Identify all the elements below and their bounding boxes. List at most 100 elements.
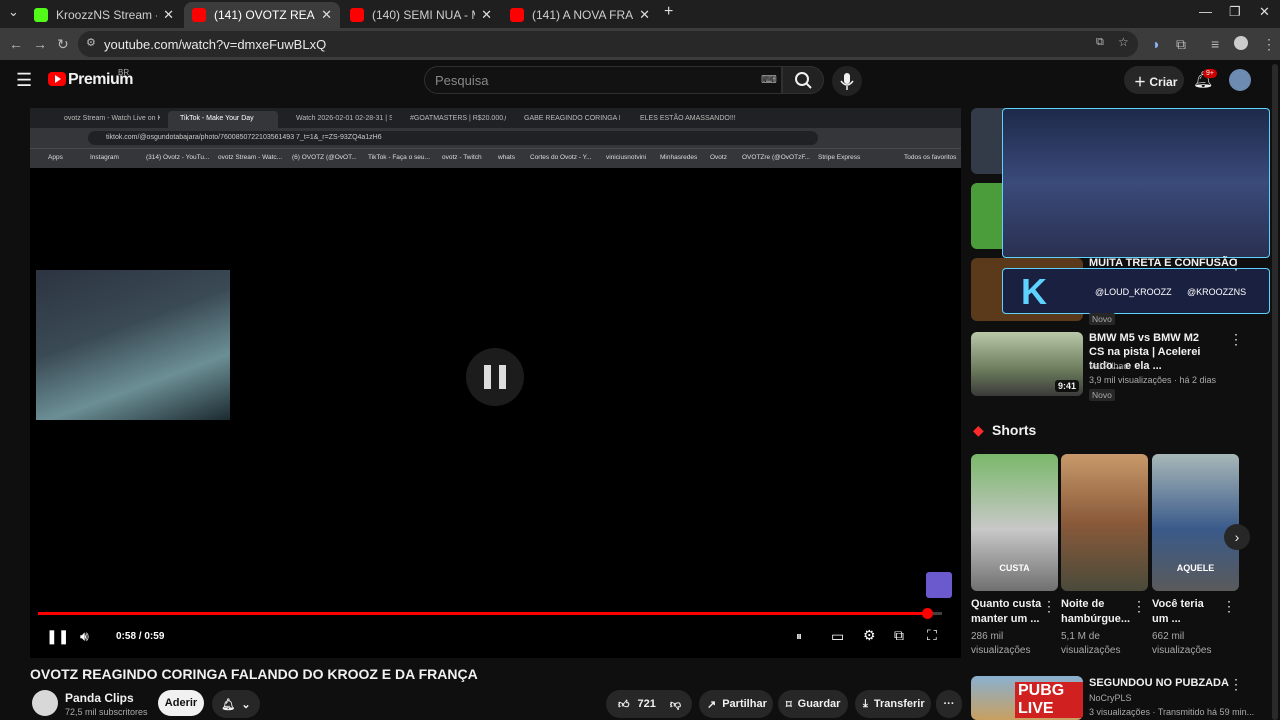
short-thumbnail[interactable]: CUSTA (971, 454, 1058, 591)
channel-name[interactable]: NoCryPLS (1089, 693, 1132, 703)
short-title-line: hambúrgue... (1061, 613, 1131, 625)
channel-name[interactable]: Vai Filhao (1089, 361, 1128, 371)
youtube-logo-icon[interactable] (48, 72, 66, 86)
more-options-icon[interactable]: ⋮ (1042, 598, 1056, 615)
inner-bookmarks-bar: Apps Instagram (314) Ovotz - YouTu... ov… (30, 148, 961, 168)
bookmark-icon: ⌑ (786, 698, 792, 711)
subtitles-icon[interactable]: ▭ (831, 628, 844, 645)
video-player[interactable]: ovotz Stream - Watch Live on K TikTok - … (30, 108, 961, 658)
more-options-icon[interactable]: ⋮ (1229, 676, 1243, 693)
reload-icon[interactable]: ↻ (57, 36, 69, 53)
menu-icon[interactable]: ⋮ (1262, 36, 1276, 53)
bell-icon: 🔔︎ (221, 698, 236, 711)
close-window-button[interactable]: ✕ (1259, 4, 1270, 20)
page-scrollbar[interactable] (1272, 64, 1278, 720)
forward-icon[interactable]: → (33, 36, 47, 52)
short-title[interactable]: Noite de hambúrgue... (1061, 597, 1130, 627)
short-thumbnail[interactable]: AQUELE (1152, 454, 1239, 591)
create-button[interactable]: ＋ Criar (1124, 66, 1184, 94)
download-button[interactable]: ⤓ Transferir (855, 690, 931, 718)
like-icon[interactable]: 👍︎ (618, 698, 630, 711)
progress-bar[interactable] (38, 608, 942, 619)
maximize-button[interactable]: ❐ (1229, 4, 1241, 20)
short-title-line: Você teria (1152, 598, 1204, 610)
overlay-handle: @LOUD_KROOZZ (1095, 287, 1172, 297)
back-icon[interactable]: ← (9, 36, 23, 52)
short-title[interactable]: Você teria um ... (1152, 597, 1204, 627)
recommended-title[interactable]: SEGUNDOU NO PUBZADA (1089, 676, 1229, 690)
short-views: 286 mil visualizações (971, 630, 1030, 658)
short-title-line: manter um ... (971, 613, 1040, 625)
media-icon[interactable]: ≡ (1211, 36, 1219, 52)
star-icon[interactable]: ☆ (1118, 35, 1129, 49)
search-button[interactable] (782, 66, 824, 94)
autoplay-toggle-icon[interactable]: ⏸ (796, 629, 802, 644)
dislike-icon[interactable]: 👎︎ (670, 698, 681, 711)
settings-icon[interactable]: ⚙ (863, 627, 876, 644)
video-thumbnail[interactable]: PUBG LIVE (971, 676, 1083, 720)
inner-url: tiktok.com/@osgundotabajara/photo/760085… (88, 131, 818, 145)
pause-overlay-icon[interactable] (466, 348, 524, 406)
bookmark: Ovotz (710, 154, 727, 161)
install-icon[interactable]: ⧉ (1096, 36, 1104, 49)
duration: 0:59 (144, 631, 165, 642)
join-button[interactable]: Aderir (158, 690, 204, 716)
subscriber-count: 72,5 mil subscritores (65, 707, 148, 717)
youtube-icon (510, 8, 524, 22)
tab-search-icon[interactable]: ⌄ (8, 4, 19, 20)
site-info-icon[interactable]: ⚙ (86, 36, 96, 49)
volume-icon[interactable]: 🔊︎ (80, 628, 89, 645)
more-options-icon[interactable]: ⋮ (1132, 598, 1146, 615)
voice-search-button[interactable] (832, 66, 862, 96)
save-button[interactable]: ⌑ Guardar (778, 690, 848, 718)
k-logo-icon: K (1021, 271, 1047, 312)
browser-tab-4[interactable]: (141) A NOVA FRANÇA HUMILI ✕ (502, 2, 658, 28)
channel-watermark[interactable] (926, 572, 952, 598)
share-button[interactable]: ↗ Partilhar (699, 690, 773, 718)
subscribe-bell-button[interactable]: 🔔︎ ⌄ (212, 690, 260, 718)
miniplayer-icon[interactable]: ⧉ (894, 627, 904, 644)
streamer-webcam (36, 270, 230, 420)
chevron-down-icon: ⌄ (241, 698, 251, 711)
fullscreen-icon[interactable]: ⛶ (927, 627, 937, 644)
search-input[interactable]: Pesquisa ⌨ (424, 66, 782, 94)
channel-name[interactable]: Panda Clips (65, 691, 134, 705)
shorts-next-button[interactable]: › (1224, 524, 1250, 550)
short-title-line: um ... (1152, 613, 1181, 625)
short-thumbnail[interactable] (1061, 454, 1148, 591)
like-count[interactable]: 721 (638, 698, 656, 710)
extensions-icon[interactable]: ⧉ (1176, 36, 1186, 53)
scrubber-handle[interactable] (921, 608, 933, 619)
profile-avatar[interactable] (1234, 36, 1248, 50)
extension-icon[interactable]: ◑ (1151, 36, 1159, 52)
more-actions-button[interactable]: ··· (936, 690, 962, 718)
new-tab-button[interactable]: + (664, 3, 673, 21)
share-icon: ↗ (707, 698, 717, 711)
hamburger-icon[interactable]: ☰ (16, 70, 32, 91)
close-icon[interactable]: ✕ (639, 7, 650, 23)
browser-tab-1[interactable]: KroozzNS Stream - Watch Live ✕ (26, 2, 182, 28)
overlay-handle: @KROOZZNS (1187, 287, 1247, 297)
close-icon[interactable]: ✕ (163, 7, 174, 23)
browser-tab-2[interactable]: (141) OVOTZ REAGINDO CORIN ✕ (184, 2, 340, 28)
more-options-icon[interactable]: ⋮ (1229, 256, 1243, 273)
channel-avatar[interactable] (32, 690, 58, 716)
more-options-icon[interactable]: ⋮ (1229, 331, 1243, 348)
minimize-button[interactable]: — (1199, 4, 1212, 19)
keyboard-icon[interactable]: ⌨ (761, 73, 777, 86)
account-avatar[interactable] (1229, 69, 1251, 91)
more-options-icon[interactable]: ⋮ (1222, 598, 1236, 615)
browser-tab-3[interactable]: (140) SEMI NUA - MC's Negão ✕ (342, 2, 500, 28)
save-label: Guardar (797, 698, 841, 710)
pause-icon[interactable]: ❚❚ (46, 628, 69, 645)
bookmark: (6) OVOTZ (@OvOT... (292, 154, 357, 161)
inner-browser-toolbar: tiktok.com/@osgundotabajara/photo/760085… (30, 128, 961, 148)
close-icon[interactable]: ✕ (481, 7, 492, 23)
video-thumbnail[interactable]: 9:41 (971, 332, 1083, 396)
close-icon[interactable]: ✕ (321, 7, 332, 23)
new-badge: Novo (1089, 313, 1115, 325)
short-title[interactable]: Quanto custa manter um ... (971, 597, 1041, 627)
search-icon (795, 72, 812, 89)
shorts-section-title: Shorts (992, 422, 1037, 438)
address-bar[interactable]: ⚙ youtube.com/watch?v=dmxeFuwBLxQ ⧉ ☆ (78, 31, 1138, 57)
